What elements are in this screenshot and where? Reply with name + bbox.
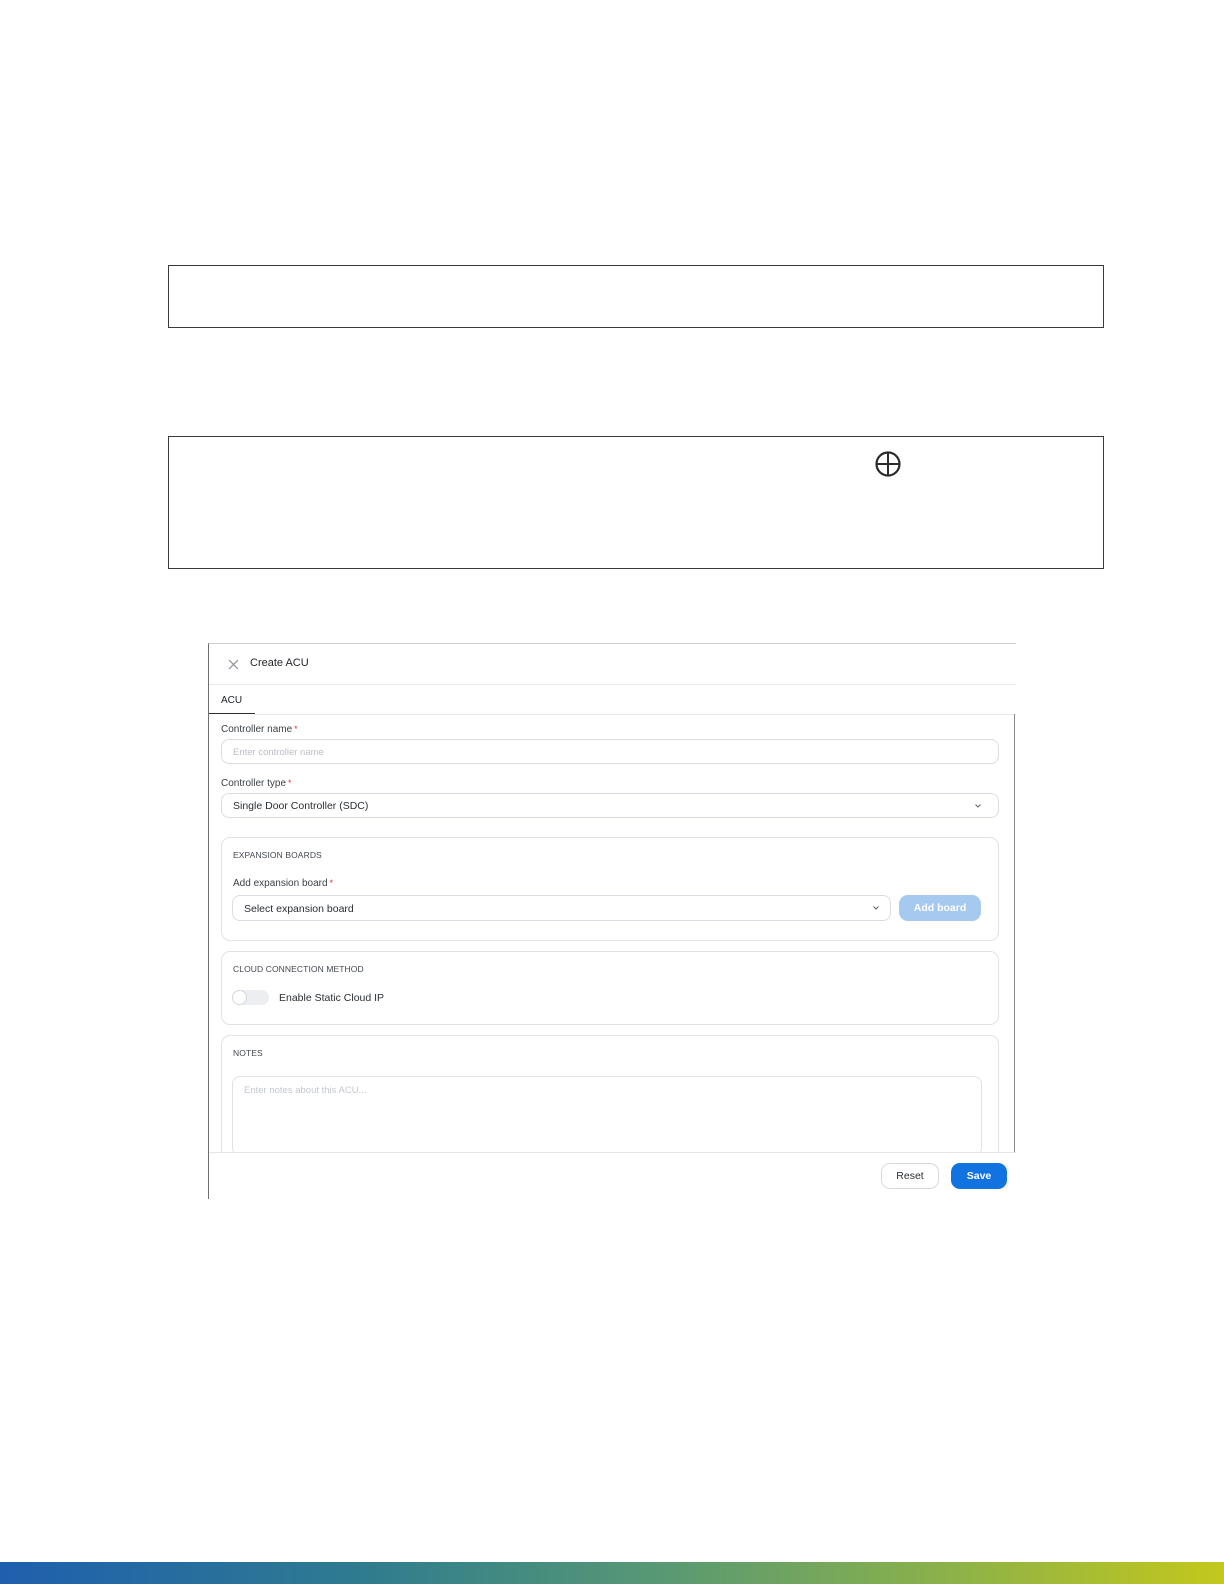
expansion-boards-section: EXPANSION BOARDS Add expansion board * Se…	[221, 837, 999, 941]
controller-name-input[interactable]: Enter controller name	[221, 739, 999, 764]
document-callout-box	[168, 436, 1104, 569]
notes-textarea[interactable]: Enter notes about this ACU...	[232, 1076, 982, 1156]
chevron-down-icon	[975, 804, 981, 808]
controller-type-value: Single Door Controller (SDC)	[233, 800, 369, 812]
static-cloud-ip-label: Enable Static Cloud IP	[279, 992, 385, 1004]
toggle-knob	[232, 990, 247, 1005]
add-expansion-board-label: Add expansion board *	[233, 878, 333, 889]
add-expansion-board-label-text: Add expansion board	[233, 878, 328, 889]
document-callout-box	[168, 265, 1104, 328]
save-button[interactable]: Save	[951, 1163, 1007, 1189]
footer-gradient-bar	[0, 1562, 1224, 1584]
tab-acu[interactable]: ACU	[209, 684, 255, 714]
scroll-edge	[1014, 714, 1015, 1174]
notes-title: NOTES	[233, 1048, 263, 1058]
reset-button[interactable]: Reset	[881, 1163, 939, 1189]
required-mark: *	[329, 878, 334, 888]
controller-name-label-text: Controller name	[221, 724, 293, 735]
required-mark: *	[288, 778, 292, 788]
cloud-connection-title: CLOUD CONNECTION METHOD	[233, 964, 364, 974]
controller-name-placeholder: Enter controller name	[233, 747, 324, 758]
controller-type-select[interactable]: Single Door Controller (SDC)	[221, 793, 999, 818]
dialog-title: Create ACU	[250, 657, 309, 669]
static-cloud-ip-toggle[interactable]	[232, 990, 269, 1005]
cloud-connection-section: CLOUD CONNECTION METHOD Enable Static Cl…	[221, 951, 999, 1025]
chevron-down-icon	[873, 906, 879, 910]
expansion-boards-title: EXPANSION BOARDS	[233, 850, 322, 860]
dialog-header: Create ACU	[209, 644, 1016, 685]
controller-type-label-text: Controller type	[221, 778, 287, 789]
add-board-button[interactable]: Add board	[899, 895, 981, 921]
globe-icon	[875, 451, 901, 477]
controller-name-label: Controller name *	[221, 724, 298, 735]
tab-label: ACU	[221, 695, 243, 706]
expansion-board-select[interactable]: Select expansion board	[232, 895, 891, 921]
close-icon[interactable]	[227, 658, 240, 671]
create-acu-dialog: Create ACU ACU Controller name * Enter co…	[208, 643, 1016, 1199]
notes-placeholder: Enter notes about this ACU...	[244, 1085, 367, 1096]
controller-type-label: Controller type *	[221, 778, 292, 789]
dialog-footer: Reset Save	[209, 1152, 1016, 1199]
expansion-board-value: Select expansion board	[244, 903, 354, 915]
required-mark: *	[294, 724, 298, 734]
tab-divider	[255, 714, 1016, 715]
